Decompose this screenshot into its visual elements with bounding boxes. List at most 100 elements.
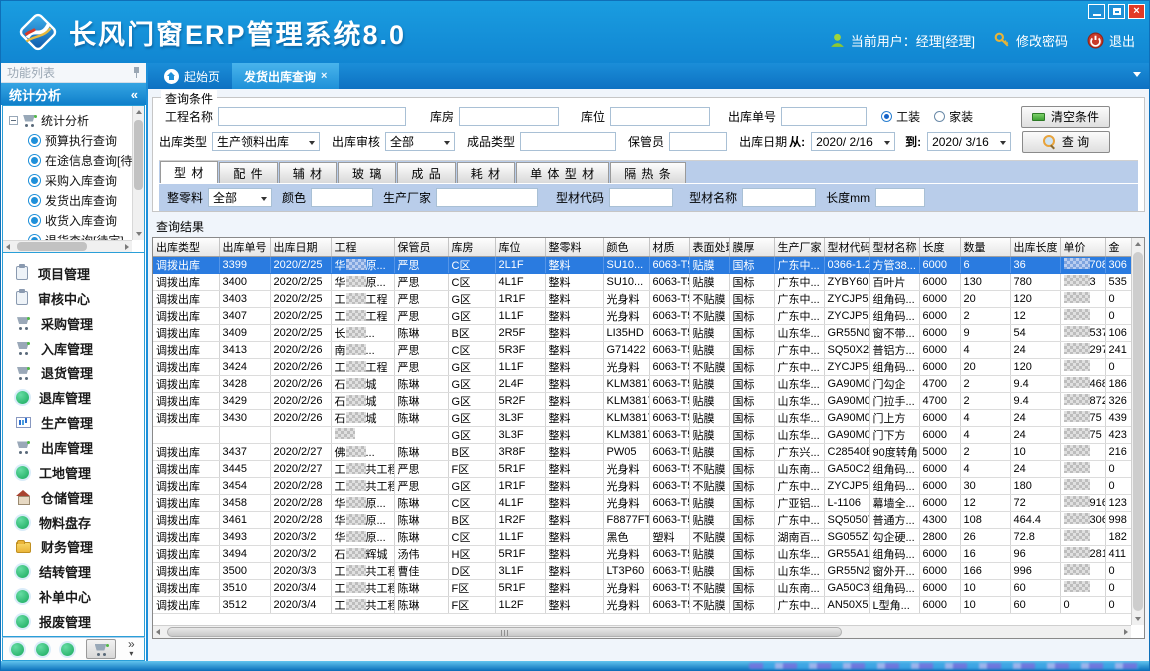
quick-circle-button-1[interactable] [11,643,24,656]
quick-circle-button-2[interactable] [36,643,49,656]
material-tab[interactable]: 玻 璃 [338,162,396,183]
table-row[interactable]: 调拨出库34292020/2/26石城陈琳G区5R2F整料KLM38176063… [153,392,1135,409]
tree-item[interactable]: 采购入库查询 [9,170,142,190]
column-header[interactable]: 出库长度 [1010,238,1060,256]
sidebar-menu-item[interactable]: 退货管理 [3,360,144,385]
radio-home-decoration[interactable]: 家装 [934,108,973,125]
material-tab[interactable]: 型 材 [160,161,218,183]
column-header[interactable]: 材质 [649,238,689,256]
sidebar-menu-item[interactable]: 仓储管理 [3,485,144,510]
column-header[interactable]: 表面处理 [689,238,729,256]
audit-dropdown[interactable]: 全部 [385,132,455,151]
sidebar-menu-item[interactable]: 入库管理 [3,336,144,361]
tab-shipment-outbound-query[interactable]: 发货出库查询 × [232,63,339,89]
table-row[interactable]: 调拨出库34372020/2/27佛...陈琳B区3R8F整料PW056063-… [153,443,1135,460]
table-row[interactable]: G区3L3F整料KLM38176063-T5贴膜国标山东华...GA90M09.… [153,426,1135,443]
sidebar-overflow-button[interactable]: »▾ [128,640,135,658]
column-header[interactable]: 工程 [331,238,394,256]
out-type-dropdown[interactable]: 生产领料出库 [212,132,320,151]
scroll-right-icon[interactable] [125,244,129,250]
table-row[interactable]: 调拨出库34092020/2/25长...陈琳B区2R5F整料LI35HD606… [153,324,1135,341]
column-header[interactable]: 颜色 [603,238,649,256]
scroll-right-icon[interactable] [1124,629,1128,635]
change-password-button[interactable]: 修改密码 [994,31,1068,50]
order-no-input[interactable] [781,107,867,126]
table-horizontal-scrollbar[interactable] [153,625,1131,638]
sidebar-menu-item[interactable]: 出库管理 [3,435,144,460]
scroll-thumb[interactable] [1133,252,1143,611]
column-header[interactable]: 数量 [960,238,1010,256]
table-row[interactable]: 调拨出库34452020/2/27工共工程严思F区5R1F整料光身料6063-T… [153,460,1135,477]
sidebar-menu-item[interactable]: 项目管理 [3,261,144,286]
column-header[interactable]: 单价 [1060,238,1105,256]
table-row[interactable]: 调拨出库34612020/2/28华原...陈琳B区1R2F整料F8877FT6… [153,511,1135,528]
tree-horizontal-scrollbar[interactable] [3,240,132,252]
scroll-left-icon[interactable] [6,244,10,250]
column-header[interactable]: 保管员 [394,238,448,256]
material-tab[interactable]: 单 体 型 材 [516,162,609,183]
close-button[interactable]: × [1128,4,1145,19]
maximize-button[interactable] [1108,4,1125,19]
scroll-thumb[interactable] [134,120,143,190]
sidebar-menu-item[interactable]: 审核中心 [3,286,144,311]
table-row[interactable]: 调拨出库34282020/2/26石城陈琳G区2L4F整料KLM38176063… [153,375,1135,392]
table-row[interactable]: 调拨出库35102020/3/4工共工程陈琳F区5R1F整料光身料6063-T5… [153,579,1135,596]
date-from-picker[interactable]: 2020/ 2/16 [811,132,895,151]
column-header[interactable]: 出库单号 [219,238,270,256]
radio-work-clothing[interactable]: 工装 [881,108,920,125]
material-tab[interactable]: 辅 材 [279,162,337,183]
sidebar-menu-item[interactable]: 采购管理 [3,311,144,336]
collapse-icon[interactable]: « [131,87,138,102]
sidebar-menu-item[interactable]: 生产管理 [3,410,144,435]
tree-item[interactable]: 发货出库查询 [9,190,142,210]
tab-close-icon[interactable]: × [321,70,327,82]
sidebar-menu-item[interactable]: 物料盘存 [3,510,144,535]
sidebar-menu-item[interactable]: 补单中心 [3,584,144,609]
warehouse-input[interactable] [459,107,559,126]
logout-button[interactable]: 退出 [1087,31,1135,50]
material-tab[interactable]: 配 件 [219,162,277,183]
profile-name-input[interactable] [742,188,816,207]
stats-section-header[interactable]: 统计分析 « [1,83,146,105]
keeper-input[interactable] [669,132,727,151]
scroll-thumb[interactable] [167,627,842,637]
tree-root-stats[interactable]: 统计分析 [9,110,142,130]
profile-code-input[interactable] [609,188,673,207]
table-row[interactable]: 调拨出库34032020/2/25工工程严思G区1R1F整料光身料6063-T5… [153,290,1135,307]
tree-item[interactable]: 在途信息查询[待 [9,150,142,170]
project-name-input[interactable] [218,107,406,126]
search-button[interactable]: 查 询 [1022,131,1110,153]
material-tab[interactable]: 隔 热 条 [610,162,686,183]
column-header[interactable]: 型材名称 [869,238,919,256]
material-tab[interactable]: 成 品 [397,162,455,183]
scroll-left-icon[interactable] [156,629,160,635]
tree-item[interactable]: 预算执行查询 [9,130,142,150]
table-row[interactable]: 调拨出库34932020/3/2华原...陈琳C区1L1F整料黑色塑料不贴膜国标… [153,528,1135,545]
tree-item[interactable]: 收货入库查询 [9,210,142,230]
column-header[interactable]: 长度 [919,238,960,256]
scroll-up-icon[interactable] [136,110,142,114]
manufacturer-input[interactable] [436,188,538,207]
material-tab[interactable]: 耗 材 [457,162,515,183]
scroll-thumb[interactable] [17,242,87,251]
column-header[interactable]: 出库类型 [153,238,219,256]
sidebar-menu-item[interactable]: 退库管理 [3,385,144,410]
tab-home[interactable]: 起始页 [152,63,232,89]
sidebar-menu-item[interactable]: 财务管理 [3,534,144,559]
length-input[interactable] [875,188,925,207]
sidebar-menu-item[interactable]: 工地管理 [3,460,144,485]
sidebar-menu-item[interactable]: 报废管理 [3,609,144,634]
table-row[interactable]: 调拨出库34542020/2/28工共工程严思G区1R1F整料光身料6063-T… [153,477,1135,494]
tree-vertical-scrollbar[interactable] [132,106,144,240]
column-header[interactable]: 库位 [495,238,545,256]
table-row[interactable]: 调拨出库35002020/3/3工共工程曹佳D区3L1F整料LT3P606063… [153,562,1135,579]
table-row[interactable]: 调拨出库33992020/2/25华原...严思C区2L1F整料SU10...6… [153,256,1135,273]
table-row[interactable]: 调拨出库34582020/2/28华原...陈琳C区4L1F整料光身料6063-… [153,494,1135,511]
minimize-button[interactable] [1088,4,1105,19]
whole-piece-dropdown[interactable]: 全部 [208,188,272,207]
product-type-input[interactable] [520,132,616,151]
color-input[interactable] [311,188,373,207]
column-header[interactable]: 型材代码 [824,238,869,256]
scroll-down-icon[interactable] [1135,617,1141,621]
location-input[interactable] [610,107,710,126]
